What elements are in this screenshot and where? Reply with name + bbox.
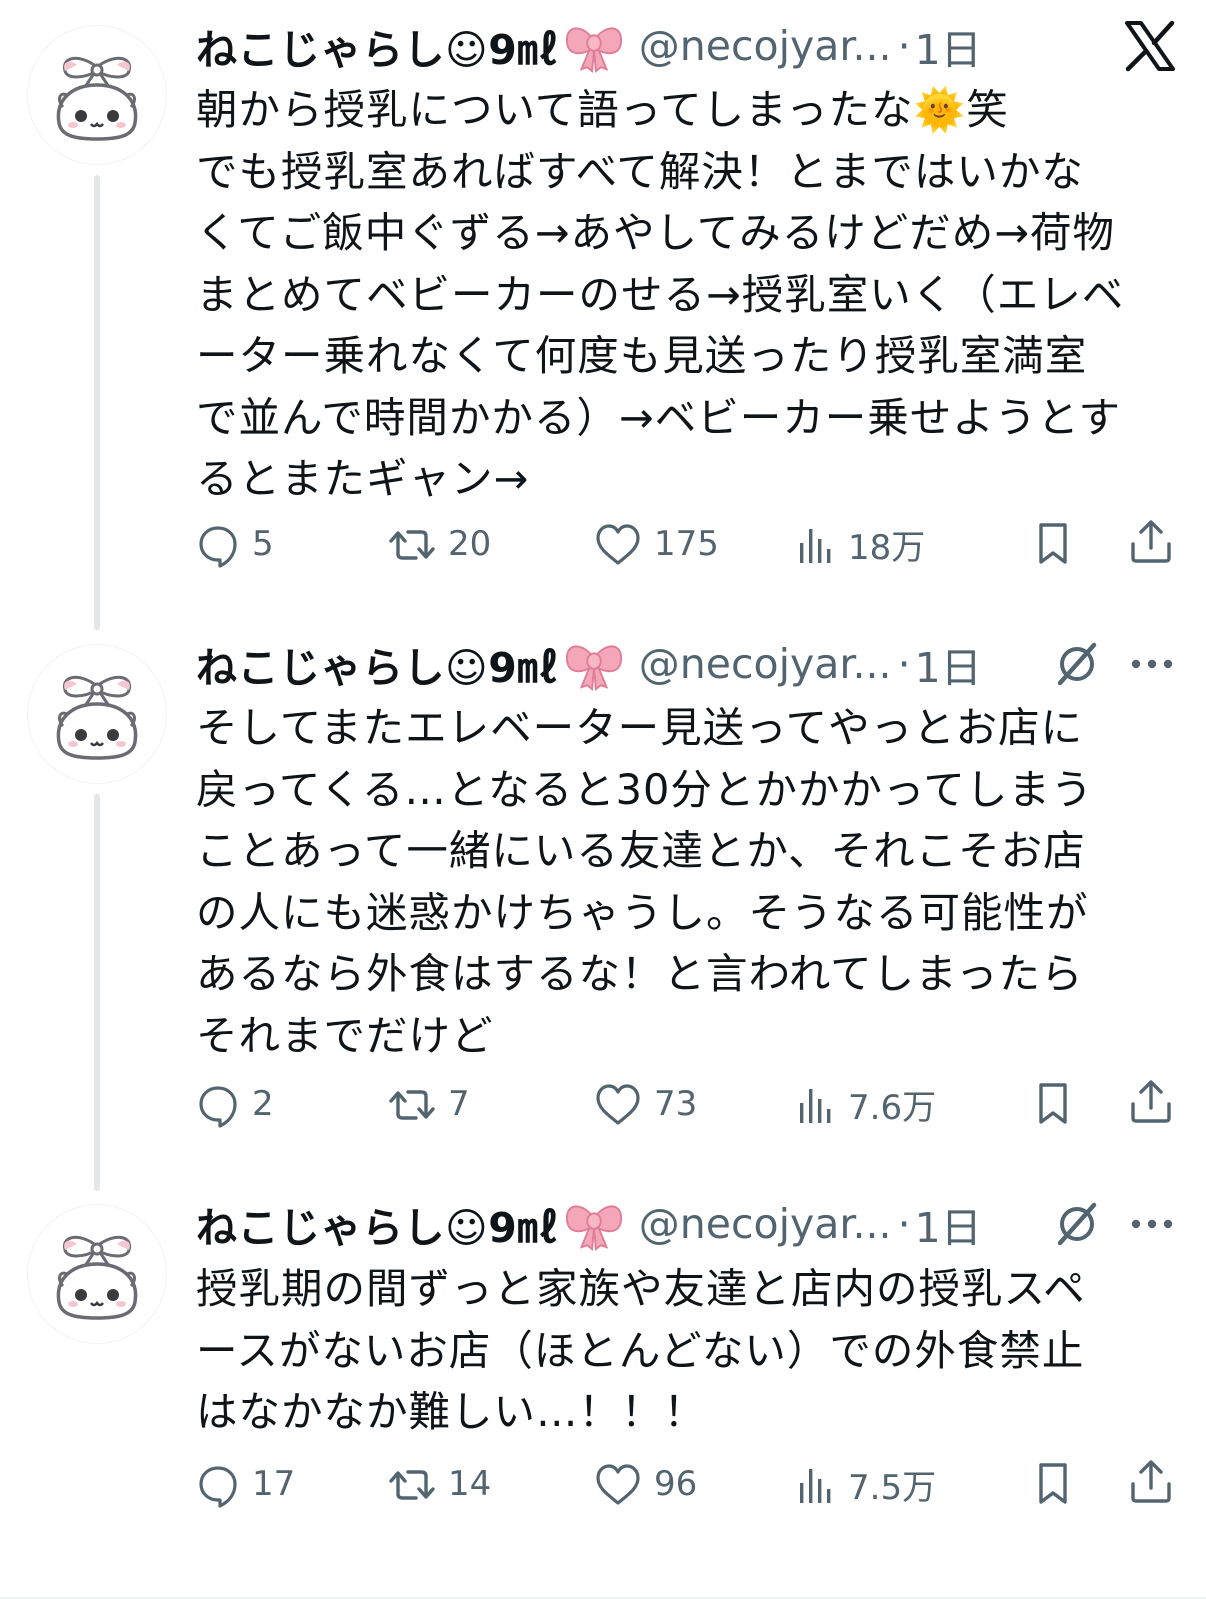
views-button[interactable]: 7.6万 [796, 1078, 936, 1130]
bookmark-icon[interactable] [1033, 520, 1073, 568]
heart-icon [596, 1464, 640, 1505]
username[interactable]: @necojyar... [639, 1200, 892, 1248]
repost-count: 14 [448, 1464, 492, 1504]
like-button[interactable]: 96 [594, 1458, 697, 1510]
reply-button[interactable]: 17 [196, 1458, 295, 1510]
reply-icon [199, 526, 237, 568]
heart-icon [596, 524, 640, 565]
repost-count: 20 [448, 524, 492, 564]
pink-ribbon-emoji [565, 27, 622, 73]
grok-icon[interactable] [1054, 1201, 1100, 1247]
like-count: 175 [654, 524, 719, 564]
avatar[interactable] [27, 644, 167, 784]
thread-connector [94, 175, 100, 630]
action-bar: 5 20 175 18万 [196, 518, 1176, 570]
tweet-header: ねこじゃらし☺9㎖ @necojyar... · 1日 [196, 634, 982, 694]
more-dots-icon[interactable] [1130, 658, 1174, 670]
reply-icon [199, 1466, 237, 1508]
views-button[interactable]: 7.5万 [796, 1458, 936, 1510]
tweet-header: ねこじゃらし☺9㎖ @necojyar... · 1日 [196, 1194, 982, 1254]
view-count: 7.6万 [848, 1087, 937, 1128]
reply-button[interactable]: 2 [196, 1078, 274, 1130]
separator-dot: · [897, 22, 911, 70]
view-count: 7.5万 [848, 1467, 937, 1508]
divider [0, 1597, 1206, 1599]
reply-button[interactable]: 5 [196, 518, 274, 570]
repost-button[interactable]: 7 [388, 1078, 470, 1130]
pink-ribbon-emoji [565, 1205, 622, 1251]
display-name[interactable]: ねこじゃらし☺9㎖ [196, 634, 559, 694]
share-icon[interactable] [1129, 518, 1173, 566]
share-icon[interactable] [1129, 1458, 1173, 1506]
views-chart-icon [800, 1089, 831, 1123]
action-bar: 2 7 73 7.6万 [196, 1078, 1176, 1130]
tweet-text: そしてまたエレベーター見送ってやっとお店に 戻ってくる…となると30分とかかかっ… [196, 703, 1094, 1060]
repost-icon [389, 1090, 435, 1120]
separator-dot: · [897, 1200, 911, 1248]
x-logo-icon[interactable] [1124, 20, 1176, 72]
bookmark-icon[interactable] [1033, 1080, 1073, 1128]
like-button[interactable]: 175 [594, 518, 719, 570]
views-chart-icon [800, 529, 831, 563]
reply-count: 5 [252, 524, 274, 564]
more-dots-icon[interactable] [1130, 1218, 1174, 1230]
repost-count: 7 [448, 1084, 470, 1124]
cat-with-ribbon-avatar [56, 1235, 138, 1320]
cat-with-ribbon-avatar [56, 56, 138, 141]
reply-count: 2 [252, 1084, 274, 1124]
like-count: 73 [654, 1084, 698, 1124]
timestamp[interactable]: 1日 [915, 16, 982, 76]
tweet-text: 授乳期の間ずっと家族や友達と店内の授乳スペ ースがないお店（ほとんどない）での外… [196, 1264, 1086, 1436]
tweet-text: 朝から授乳について語ってしまったな🌞笑 でも授乳室あればすべて解決！とまではいか… [196, 85, 1125, 503]
avatar[interactable] [27, 1204, 167, 1344]
avatar[interactable] [27, 25, 167, 165]
timestamp[interactable]: 1日 [915, 634, 982, 694]
heart-icon [596, 1084, 640, 1125]
share-icon[interactable] [1129, 1078, 1173, 1126]
separator-dot: · [897, 640, 911, 688]
repost-button[interactable]: 14 [388, 1458, 491, 1510]
repost-icon [389, 530, 435, 560]
reply-icon [199, 1086, 237, 1128]
thread-connector [94, 794, 100, 1191]
display-name[interactable]: ねこじゃらし☺9㎖ [196, 16, 559, 76]
display-name[interactable]: ねこじゃらし☺9㎖ [196, 1194, 559, 1254]
bookmark-icon[interactable] [1033, 1460, 1073, 1508]
view-count: 18万 [848, 527, 926, 568]
repost-icon [389, 1470, 435, 1500]
views-chart-icon [800, 1469, 831, 1503]
timestamp[interactable]: 1日 [915, 1194, 982, 1254]
cat-with-ribbon-avatar [56, 675, 138, 760]
tweet-header: ねこじゃらし☺9㎖ @necojyar... · 1日 [196, 16, 982, 76]
tweet-thread: ねこじゃらし☺9㎖ @necojyar... · 1日 朝から授乳について語って… [0, 0, 1206, 1619]
repost-button[interactable]: 20 [388, 518, 491, 570]
like-button[interactable]: 73 [594, 1078, 697, 1130]
views-button[interactable]: 18万 [796, 518, 925, 570]
grok-icon[interactable] [1054, 641, 1100, 687]
reply-count: 17 [252, 1464, 296, 1504]
pink-ribbon-emoji [565, 645, 622, 691]
like-count: 96 [654, 1464, 698, 1504]
username[interactable]: @necojyar... [639, 640, 892, 688]
action-bar: 17 14 96 7.5万 [196, 1458, 1176, 1510]
username[interactable]: @necojyar... [639, 22, 892, 70]
